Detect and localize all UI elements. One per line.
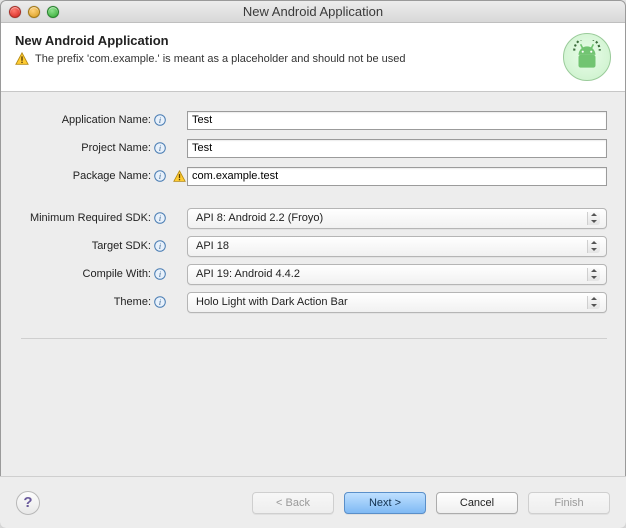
compile-with-value: API 19: Android 4.4.2	[196, 268, 300, 280]
svg-text:i: i	[158, 270, 160, 279]
svg-text:i: i	[158, 116, 160, 125]
row-theme: Theme: i Holo Light with Dark Action Bar	[21, 290, 607, 314]
cancel-button[interactable]: Cancel	[436, 492, 518, 514]
updown-arrows-icon	[590, 296, 598, 308]
help-icon: ?	[23, 494, 32, 511]
warning-message-row: The prefix 'com.example.' is meant as a …	[15, 52, 563, 66]
min-sdk-combo[interactable]: API 8: Android 2.2 (Froyo)	[187, 208, 607, 229]
info-icon[interactable]: i	[153, 296, 166, 309]
package-name-input[interactable]	[187, 167, 607, 186]
svg-text:i: i	[158, 242, 160, 251]
form-area: Application Name: i Project Name: i Pack…	[1, 92, 625, 345]
project-name-input[interactable]	[187, 139, 607, 158]
finish-button: Finish	[528, 492, 610, 514]
info-icon[interactable]: i	[153, 114, 166, 127]
row-package-name: Package Name: i	[21, 164, 607, 188]
label-compile-with: Compile With:	[83, 268, 151, 280]
close-window-button[interactable]	[9, 6, 21, 18]
row-min-sdk: Minimum Required SDK: i API 8: Android 2…	[21, 206, 607, 230]
wizard-footer: ? < Back Next > Cancel Finish	[0, 476, 626, 528]
row-target-sdk: Target SDK: i API 18	[21, 234, 607, 258]
row-compile-with: Compile With: i API 19: Android 4.4.2	[21, 262, 607, 286]
min-sdk-value: API 8: Android 2.2 (Froyo)	[196, 212, 323, 224]
row-project-name: Project Name: i	[21, 136, 607, 160]
info-icon[interactable]: i	[153, 212, 166, 225]
theme-combo[interactable]: Holo Light with Dark Action Bar	[187, 292, 607, 313]
target-sdk-value: API 18	[196, 240, 229, 252]
target-sdk-combo[interactable]: API 18	[187, 236, 607, 257]
application-name-input[interactable]	[187, 111, 607, 130]
info-icon[interactable]: i	[153, 240, 166, 253]
label-theme: Theme:	[114, 296, 151, 308]
zoom-window-button[interactable]	[47, 6, 59, 18]
info-icon[interactable]: i	[153, 170, 166, 183]
form-separator	[21, 338, 607, 339]
updown-arrows-icon	[590, 212, 598, 224]
updown-arrows-icon	[590, 268, 598, 280]
svg-text:i: i	[158, 214, 160, 223]
label-project-name: Project Name:	[81, 142, 151, 154]
label-package-name: Package Name:	[73, 170, 151, 182]
package-warning-icon	[171, 170, 187, 183]
label-application-name: Application Name:	[62, 114, 151, 126]
updown-arrows-icon	[590, 240, 598, 252]
help-button[interactable]: ?	[16, 491, 40, 515]
wizard-header: New Android Application The prefix 'com.…	[1, 23, 625, 92]
page-title: New Android Application	[15, 33, 563, 48]
info-icon[interactable]: i	[153, 142, 166, 155]
minimize-window-button[interactable]	[28, 6, 40, 18]
warning-message-text: The prefix 'com.example.' is meant as a …	[35, 53, 405, 65]
info-icon[interactable]: i	[153, 268, 166, 281]
titlebar: New Android Application	[1, 1, 625, 23]
theme-value: Holo Light with Dark Action Bar	[196, 296, 348, 308]
svg-text:i: i	[158, 298, 160, 307]
next-button[interactable]: Next >	[344, 492, 426, 514]
label-min-sdk: Minimum Required SDK:	[30, 212, 151, 224]
svg-text:i: i	[158, 172, 160, 181]
warning-icon	[15, 52, 29, 66]
row-application-name: Application Name: i	[21, 108, 607, 132]
window-title: New Android Application	[1, 4, 625, 19]
svg-text:i: i	[158, 144, 160, 153]
back-button: < Back	[252, 492, 334, 514]
window-controls	[9, 6, 59, 18]
android-logo-icon	[563, 33, 611, 81]
compile-with-combo[interactable]: API 19: Android 4.4.2	[187, 264, 607, 285]
label-target-sdk: Target SDK:	[92, 240, 151, 252]
